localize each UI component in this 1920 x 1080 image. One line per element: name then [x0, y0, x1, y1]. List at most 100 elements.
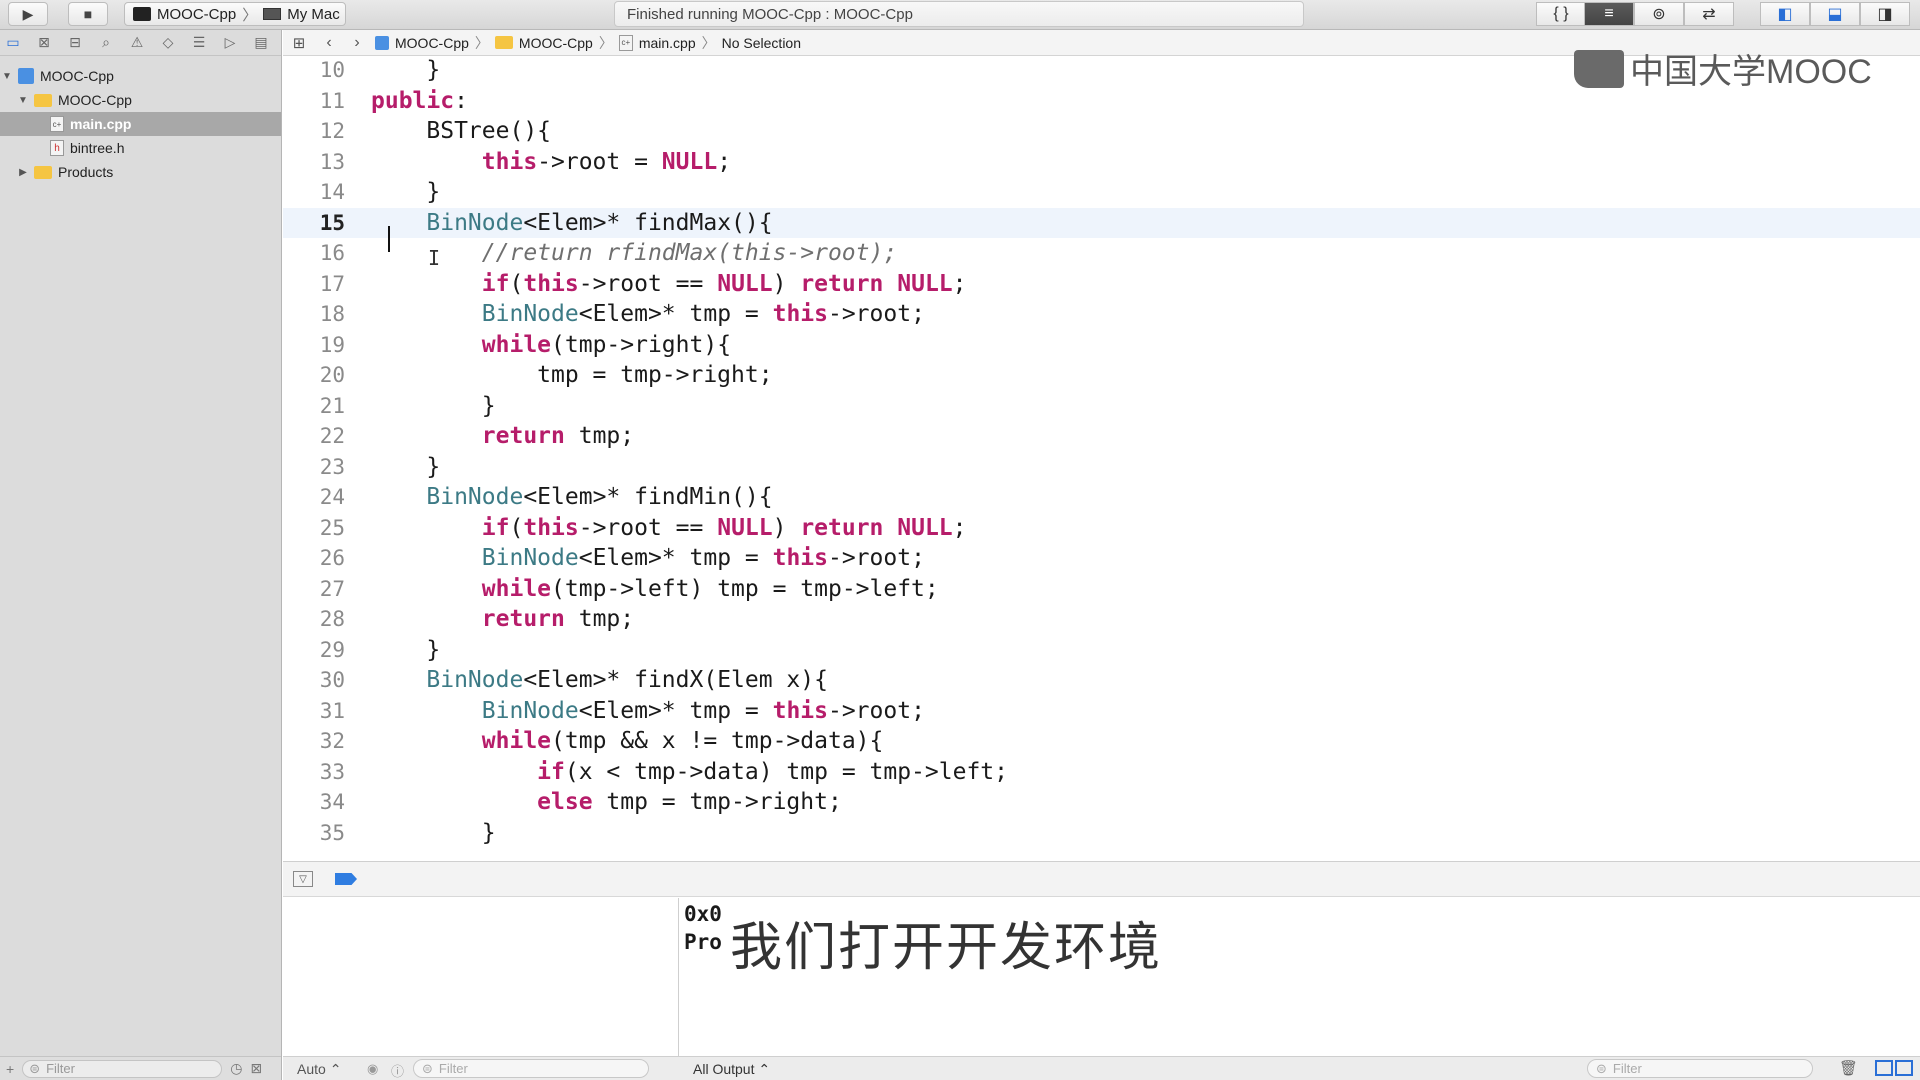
code-line[interactable]: 18 BinNode<Elem>* tmp = this->root;	[283, 299, 1920, 330]
code-line[interactable]: 23 }	[283, 452, 1920, 483]
folder-icon	[34, 165, 52, 179]
code-token: (tmp->left) tmp = tmp->left;	[551, 575, 939, 602]
variables-scope-selector[interactable]: Auto ⌃	[297, 1061, 341, 1078]
code-line[interactable]: 26 BinNode<Elem>* tmp = this->root;	[283, 543, 1920, 574]
tree-item-group[interactable]: ▼ MOOC-Cpp	[0, 88, 281, 112]
assistant-editor-button[interactable]: ⊚	[1634, 2, 1684, 26]
warning-icon[interactable]: ⚠	[126, 34, 148, 52]
speech-bubble-icon[interactable]: ▤	[250, 34, 272, 52]
line-number: 33	[319, 759, 345, 784]
code-text: BinNode<Elem>* tmp = this->root;	[363, 545, 925, 571]
breadcrumb-file[interactable]: c+ main.cpp	[618, 34, 696, 51]
tree-item-project[interactable]: ▼ MOOC-Cpp	[0, 64, 281, 88]
info-icon[interactable]: ⓘ	[391, 1061, 404, 1080]
search-icon[interactable]: ⌕	[95, 34, 117, 52]
code-line[interactable]: 24 BinNode<Elem>* findMin(){	[283, 482, 1920, 513]
code-line[interactable]: 15 BinNode<Elem>* findMax(){	[283, 207, 1920, 238]
code-line[interactable]: 27 while(tmp->left) tmp = tmp->left;	[283, 574, 1920, 605]
code-token: NULL	[897, 270, 953, 297]
code-token: if	[537, 758, 565, 785]
code-text: }	[363, 393, 496, 419]
breadcrumb-project[interactable]: MOOC-Cpp	[371, 35, 469, 51]
library-braces-button[interactable]: { }	[1536, 2, 1586, 26]
project-icon	[18, 68, 34, 84]
eye-icon[interactable]: ◉	[367, 1061, 378, 1077]
tree-item-main-cpp[interactable]: c+ main.cpp	[0, 112, 281, 136]
recent-files-icon[interactable]: ◷	[230, 1060, 242, 1077]
tree-item-bintree-h[interactable]: h bintree.h	[0, 136, 281, 160]
code-text: return tmp;	[363, 606, 634, 632]
code-line[interactable]: 34 else tmp = tmp->right;	[283, 787, 1920, 818]
code-line[interactable]: 21 }	[283, 391, 1920, 422]
console-filter-input[interactable]: ⊜ Filter	[1587, 1059, 1813, 1078]
project-icon	[375, 35, 389, 50]
breakpoint-icon[interactable]: ▷	[219, 34, 241, 52]
scheme-selector[interactable]: MOOC-Cpp 〉 My Mac	[124, 2, 346, 26]
code-token: ->root;	[827, 697, 925, 724]
code-line[interactable]: 29 }	[283, 635, 1920, 666]
breadcrumb-label: No Selection	[721, 34, 802, 51]
toggle-inspector-button[interactable]: ◨	[1860, 2, 1910, 26]
forward-arrow-icon[interactable]: ›	[343, 34, 371, 52]
breadcrumb-folder[interactable]: MOOC-Cpp	[494, 35, 593, 51]
code-line[interactable]: 12 BSTree(){	[283, 116, 1920, 147]
code-line[interactable]: 28 return tmp;	[283, 604, 1920, 635]
code-line[interactable]: 13 this->root = NULL;	[283, 147, 1920, 178]
line-number: 32	[319, 729, 345, 754]
code-token: ->root;	[827, 545, 925, 572]
mooc-logo-icon	[1574, 49, 1624, 88]
activity-status: Finished running MOOC-Cpp : MOOC-Cpp	[627, 5, 913, 23]
code-line[interactable]: 16 //return rfindMax(this->root);	[283, 238, 1920, 269]
disclosure-open-icon[interactable]: ▼	[0, 71, 14, 82]
split-left-icon[interactable]	[1875, 1060, 1893, 1076]
diamond-icon[interactable]: ◇	[157, 34, 179, 52]
code-text: }	[363, 637, 440, 663]
breadcrumb-symbol[interactable]: No Selection	[722, 35, 801, 51]
code-line[interactable]: 25 if(this->root == NULL) return NULL;	[283, 513, 1920, 544]
disclosure-open-icon[interactable]: ▼	[16, 95, 30, 106]
code-line[interactable]: 20 tmp = tmp->right;	[283, 360, 1920, 391]
line-number: 10	[319, 58, 345, 83]
folder-icon[interactable]: ▭	[2, 34, 24, 52]
code-line[interactable]: 35 }	[283, 818, 1920, 849]
tree-item-products[interactable]: ▶ Products	[0, 160, 281, 184]
code-line[interactable]: 32 while(tmp && x != tmp->data){	[283, 726, 1920, 757]
code-token: }	[371, 57, 441, 84]
code-line[interactable]: 33 if(x < tmp->data) tmp = tmp->left;	[283, 757, 1920, 788]
standard-editor-button[interactable]: ≡	[1584, 2, 1634, 26]
code-token: }	[371, 819, 496, 846]
navigator-filter-input[interactable]: ⊜ Filter	[22, 1059, 223, 1078]
code-token: )	[772, 514, 801, 541]
hierarchy-icon[interactable]: ⊟	[64, 34, 86, 52]
add-icon[interactable]: +	[6, 1061, 14, 1077]
source-control-icon[interactable]: ⊠	[33, 34, 55, 52]
source-editor[interactable]: 10 } 11 public: 12 BSTree(){13 this->root =…	[283, 57, 1920, 861]
disclosure-closed-icon[interactable]: ▶	[16, 167, 30, 178]
run-button[interactable]: ▶	[8, 2, 48, 26]
variables-filter-input[interactable]: ⊜ Filter	[413, 1059, 649, 1078]
stop-button[interactable]: ■	[68, 2, 108, 26]
back-arrow-icon[interactable]: ‹	[315, 34, 343, 52]
hide-debug-area-button[interactable]: ▽	[293, 871, 313, 887]
toggle-navigator-button[interactable]: ◧	[1760, 2, 1810, 26]
code-line[interactable]: 14 }	[283, 177, 1920, 208]
code-text: while(tmp->right){	[363, 332, 731, 358]
code-line[interactable]: 22 return tmp;	[283, 421, 1920, 452]
output-selector[interactable]: All Output ⌃	[693, 1061, 770, 1078]
trash-icon[interactable]: 🗑	[1839, 1059, 1858, 1077]
split-right-icon[interactable]	[1895, 1060, 1913, 1076]
code-line[interactable]: 31 BinNode<Elem>* tmp = this->root;	[283, 696, 1920, 727]
breakpoints-toggle-icon[interactable]	[335, 873, 357, 885]
line-number: 23	[319, 454, 345, 479]
related-items-icon[interactable]: ⊞	[283, 34, 315, 52]
code-line[interactable]: 30 BinNode<Elem>* findX(Elem x){	[283, 665, 1920, 696]
toggle-debug-area-button[interactable]: ⬓	[1810, 2, 1860, 26]
list-icon[interactable]: ☰	[188, 34, 210, 52]
code-line[interactable]: 19 while(tmp->right){	[283, 330, 1920, 361]
left-panel-icon: ◧	[1777, 6, 1793, 23]
version-editor-button[interactable]: ⇄	[1684, 2, 1734, 26]
code-line[interactable]: 17 if(this->root == NULL) return NULL;	[283, 269, 1920, 300]
show-modified-icon[interactable]: ⊠	[250, 1060, 262, 1077]
filter-icon: ⊜	[29, 1060, 41, 1076]
